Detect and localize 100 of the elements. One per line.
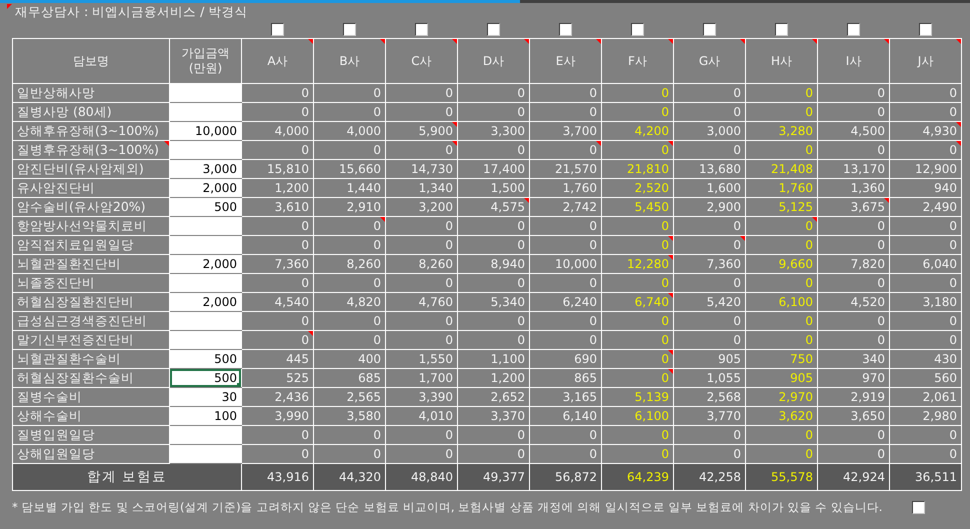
checkbox[interactable]: [558, 23, 572, 36]
row-label: 허혈심장질환진단비: [12, 292, 170, 312]
table-cell: 3,580: [314, 406, 386, 426]
table-cell: 5,450: [602, 198, 674, 216]
table-cell: 0: [674, 84, 746, 102]
table-cell: 0: [458, 84, 530, 102]
amount-cell[interactable]: [170, 274, 242, 292]
table-cell: 560: [890, 368, 962, 388]
table-cell: 0: [746, 216, 818, 236]
table-cell: 0: [458, 216, 530, 236]
table-cell: 13,170: [818, 160, 890, 178]
checkbox[interactable]: [270, 23, 284, 36]
row-label: 급성심근경색증진단비: [12, 312, 170, 330]
table-cell: 340: [818, 350, 890, 368]
table-cell: 0: [746, 274, 818, 292]
table-cell: 0: [674, 330, 746, 350]
table-cell: 0: [818, 84, 890, 102]
checkbox[interactable]: [486, 23, 500, 36]
checkbox[interactable]: [918, 23, 932, 36]
table-cell: 0: [890, 312, 962, 330]
checkbox[interactable]: [774, 23, 788, 36]
table-cell: 0: [890, 330, 962, 350]
table-cell: 0: [890, 84, 962, 102]
column-header: C사: [386, 38, 458, 84]
amount-cell[interactable]: 100: [170, 406, 242, 426]
table-cell: 0: [458, 330, 530, 350]
checkbox[interactable]: [342, 23, 356, 36]
table-cell: 0: [746, 236, 818, 254]
row-label: 항암방사선약물치료비: [12, 216, 170, 236]
table-cell: 6,740: [602, 292, 674, 312]
column-header: E사: [530, 38, 602, 84]
table-cell: 0: [242, 102, 314, 122]
comment-marker: [452, 141, 457, 146]
comment-marker: [380, 217, 385, 222]
table-cell: 12,280: [602, 254, 674, 274]
table-cell: 0: [314, 84, 386, 102]
table-cell: 2,980: [890, 406, 962, 426]
amount-cell[interactable]: [170, 444, 242, 464]
table-cell: 0: [674, 426, 746, 444]
table-cell: 4,500: [818, 122, 890, 140]
amount-cell[interactable]: [170, 236, 242, 254]
column-header: H사: [746, 38, 818, 84]
amount-cell[interactable]: 2,000: [170, 292, 242, 312]
table-cell: 0: [890, 102, 962, 122]
table-cell: 3,280: [746, 122, 818, 140]
table-cell: 3,650: [818, 406, 890, 426]
table-cell: 0: [674, 312, 746, 330]
table-cell: 0: [314, 330, 386, 350]
table-cell: 2,568: [674, 388, 746, 406]
checkbox[interactable]: [630, 23, 644, 36]
amount-cell[interactable]: [170, 312, 242, 330]
amount-cell[interactable]: 10,000: [170, 122, 242, 140]
table-cell: 0: [314, 426, 386, 444]
table-cell: 0: [386, 312, 458, 330]
amount-cell[interactable]: [170, 330, 242, 350]
table-cell: 2,565: [314, 388, 386, 406]
checkbox[interactable]: [912, 501, 926, 514]
amount-cell[interactable]: 3,000: [170, 160, 242, 178]
table-cell: 21,570: [530, 160, 602, 178]
row-label: 뇌혈관질환수술비: [12, 350, 170, 368]
comment-marker: [668, 255, 673, 260]
amount-cell[interactable]: 500: [170, 350, 242, 368]
table-cell: 0: [818, 216, 890, 236]
table-cell: 905: [746, 368, 818, 388]
table-cell: 0: [386, 426, 458, 444]
table-cell: 0: [674, 216, 746, 236]
amount-cell[interactable]: 500: [170, 368, 242, 388]
row-label: 말기신부전증진단비: [12, 330, 170, 350]
amount-cell[interactable]: [170, 102, 242, 122]
table-cell: 0: [530, 312, 602, 330]
row-label: 상해수술비: [12, 406, 170, 426]
table-cell: 905: [674, 350, 746, 368]
amount-cell[interactable]: [170, 426, 242, 444]
table-cell: 0: [386, 102, 458, 122]
table-cell: 0: [602, 312, 674, 330]
table-cell: 940: [890, 178, 962, 198]
table-cell: 525: [242, 368, 314, 388]
amount-cell[interactable]: 2,000: [170, 178, 242, 198]
table-cell: 0: [602, 140, 674, 160]
comment-marker: [884, 39, 889, 44]
amount-cell[interactable]: 30: [170, 388, 242, 406]
amount-cell[interactable]: [170, 140, 242, 160]
table-cell: 3,620: [746, 406, 818, 426]
table-cell: 0: [602, 426, 674, 444]
amount-cell[interactable]: [170, 84, 242, 102]
amount-cell[interactable]: [170, 216, 242, 236]
checkbox[interactable]: [702, 23, 716, 36]
amount-cell[interactable]: 2,000: [170, 254, 242, 274]
amount-cell[interactable]: 500: [170, 198, 242, 216]
row-label: 암진단비(유사암제외): [12, 160, 170, 178]
checkbox[interactable]: [414, 23, 428, 36]
comment-marker: [740, 39, 745, 44]
checkbox[interactable]: [846, 23, 860, 36]
table-cell: 5,420: [674, 292, 746, 312]
table-cell: 0: [458, 102, 530, 122]
total-cell: 55,578: [746, 464, 818, 490]
table-cell: 4,575: [458, 198, 530, 216]
table-cell: 2,436: [242, 388, 314, 406]
total-cell: 64,239: [602, 464, 674, 490]
total-cell: 42,258: [674, 464, 746, 490]
